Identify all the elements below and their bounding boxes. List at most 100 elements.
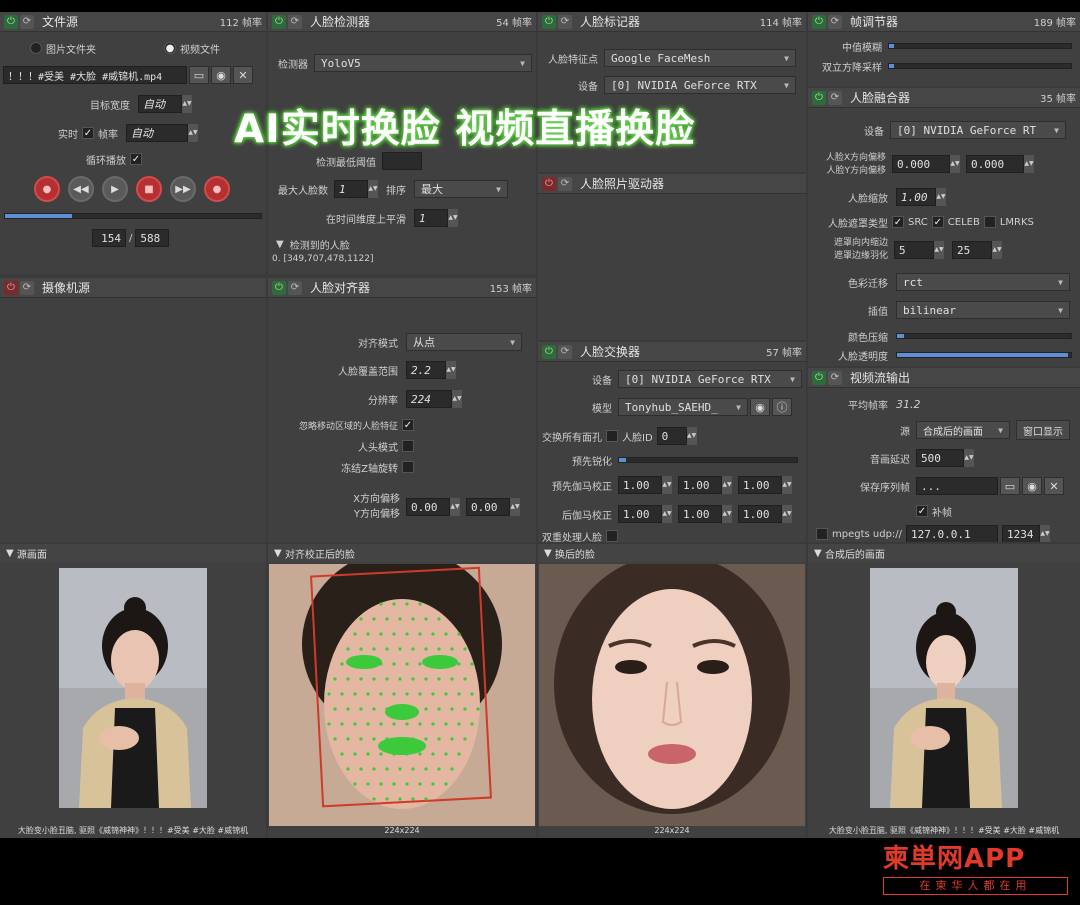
coverage-input[interactable]: 2.2 — [406, 361, 446, 379]
settings-icon[interactable]: ⟳ — [288, 14, 302, 29]
save-sequence-input[interactable]: ... — [916, 477, 998, 495]
spin-icon[interactable]: ▲▼ — [448, 209, 458, 227]
spin-icon[interactable]: ▲▼ — [452, 390, 462, 408]
marker-select[interactable]: Google FaceMesh ▼ — [604, 49, 796, 67]
spin-icon[interactable]: ▲▼ — [510, 498, 520, 516]
chevron-down-icon[interactable]: ▼ — [276, 239, 284, 250]
window-show-button[interactable]: 窗口显示 — [1016, 420, 1070, 440]
mask-lmrks-checkbox[interactable] — [983, 216, 996, 228]
fill-frames-checkbox[interactable]: ✓ — [916, 505, 928, 517]
udp-host-input[interactable]: 127.0.0.1 — [906, 525, 999, 542]
av-delay-input[interactable]: 500 — [916, 449, 964, 467]
two-pass-checkbox[interactable] — [606, 530, 618, 542]
x-offset-input[interactable]: 0.00 — [406, 498, 450, 516]
stop-button[interactable]: ■ — [136, 176, 162, 202]
median-blur-slider[interactable] — [888, 43, 1072, 49]
power-icon[interactable]: ⏻ — [272, 280, 286, 295]
power-icon[interactable]: ⏻ — [4, 280, 18, 295]
frame-current-input[interactable]: 154 — [92, 229, 126, 247]
mpegts-checkbox[interactable] — [816, 528, 828, 540]
forward-button[interactable]: ▶▶ — [170, 176, 196, 202]
spin-icon[interactable]: ▲▼ — [188, 124, 198, 142]
chevron-down-icon[interactable]: ▼ — [274, 548, 282, 559]
record-button[interactable]: ● — [34, 176, 60, 202]
smooth-input[interactable]: 1 — [414, 209, 448, 227]
power-icon[interactable]: ⏻ — [812, 90, 826, 105]
marker-device-select[interactable]: [0] NVIDIA GeForce RTX ▼ — [604, 76, 796, 94]
spin-icon[interactable]: ▲▼ — [722, 505, 732, 523]
spin-icon[interactable]: ▲▼ — [662, 476, 672, 494]
power-icon[interactable]: ⏻ — [812, 14, 826, 29]
spin-icon[interactable]: ▲▼ — [936, 188, 946, 206]
radio-video-file[interactable]: ● — [164, 42, 176, 54]
spin-icon[interactable]: ▲▼ — [1024, 155, 1034, 173]
pre-gamma-r-input[interactable]: 1.00 — [618, 476, 662, 494]
settings-icon[interactable]: ⟳ — [558, 176, 572, 191]
face-scale-input[interactable]: 1.00 — [896, 188, 936, 206]
file-path-input[interactable]: ！！！#受美 #大脸 #威锦机.mp4 — [3, 66, 187, 84]
spin-icon[interactable]: ▲▼ — [182, 95, 192, 113]
settings-icon[interactable]: ⟳ — [20, 14, 34, 29]
power-icon[interactable]: ⏻ — [542, 344, 556, 359]
power-icon[interactable]: ⏻ — [542, 176, 556, 191]
end-button[interactable]: ● — [204, 176, 230, 202]
mask-celeb-checkbox[interactable]: ✓ — [931, 216, 944, 228]
eye-icon[interactable]: ◉ — [1022, 477, 1042, 495]
spin-icon[interactable]: ▲▼ — [934, 241, 944, 259]
align-mode-select[interactable]: 从点 ▼ — [406, 333, 522, 351]
info-icon[interactable]: ⓘ — [772, 398, 792, 416]
power-icon[interactable]: ⏻ — [542, 14, 556, 29]
close-icon[interactable]: ✕ — [1044, 477, 1064, 495]
udp-port-input[interactable]: 1234 — [1002, 525, 1041, 542]
eye-icon[interactable]: ◉ — [211, 66, 231, 84]
face-id-input[interactable]: 0 — [656, 427, 687, 445]
spin-icon[interactable]: ▲▼ — [782, 476, 792, 494]
target-width-input[interactable]: 自动 — [138, 95, 182, 113]
erode-input[interactable]: 5 — [894, 241, 934, 259]
face-opacity-slider[interactable] — [896, 352, 1072, 358]
head-mode-checkbox[interactable] — [402, 440, 414, 452]
spin-icon[interactable]: ▲▼ — [992, 241, 1002, 259]
spin-icon[interactable]: ▲▼ — [1040, 525, 1051, 542]
output-source-select[interactable]: 合成后的画面 ▼ — [916, 421, 1010, 439]
settings-icon[interactable]: ⟳ — [20, 280, 34, 295]
y-offset-input[interactable]: 0.00 — [466, 498, 510, 516]
merger-device-select[interactable]: [0] NVIDIA GeForce RT ▼ — [890, 121, 1066, 139]
mask-src-checkbox[interactable]: ✓ — [892, 216, 904, 228]
detector-select[interactable]: YoloV5 ▼ — [314, 54, 532, 72]
chevron-down-icon[interactable]: ▼ — [544, 548, 552, 559]
chevron-down-icon[interactable]: ▼ — [6, 548, 14, 559]
settings-icon[interactable]: ⟳ — [828, 370, 842, 385]
exclude-moving-checkbox[interactable]: ✓ — [402, 419, 414, 431]
spin-icon[interactable]: ▲▼ — [368, 180, 378, 198]
fps-input[interactable]: 自动 — [126, 124, 188, 142]
power-icon[interactable]: ⏻ — [272, 14, 286, 29]
spin-icon[interactable]: ▲▼ — [964, 449, 974, 467]
post-gamma-g-input[interactable]: 1.00 — [678, 505, 722, 523]
spin-icon[interactable]: ▲▼ — [722, 476, 732, 494]
loop-checkbox[interactable]: ✓ — [130, 153, 142, 165]
spin-icon[interactable]: ▲▼ — [450, 498, 460, 516]
realtime-checkbox[interactable]: ✓ — [82, 127, 94, 139]
model-select[interactable]: Tonyhub_SAEHD_ ▼ — [618, 398, 748, 416]
color-transfer-select[interactable]: rct ▼ — [896, 273, 1070, 291]
settings-icon[interactable]: ⟳ — [288, 280, 302, 295]
swap-all-checkbox[interactable] — [606, 430, 618, 442]
rewind-button[interactable]: ◀◀ — [68, 176, 94, 202]
spin-icon[interactable]: ▲▼ — [662, 505, 672, 523]
radio-image-folder[interactable] — [30, 42, 42, 54]
play-button[interactable]: ▶ — [102, 176, 128, 202]
settings-icon[interactable]: ⟳ — [828, 90, 842, 105]
offset-y-input[interactable]: 0.000 — [966, 155, 1024, 173]
resolution-input[interactable]: 224 — [406, 390, 452, 408]
power-icon[interactable]: ⏻ — [812, 370, 826, 385]
eye-icon[interactable]: ◉ — [750, 398, 770, 416]
pre-gamma-g-input[interactable]: 1.00 — [678, 476, 722, 494]
degrade-slider[interactable] — [888, 63, 1072, 69]
power-icon[interactable]: ⏻ — [4, 14, 18, 29]
post-gamma-r-input[interactable]: 1.00 — [618, 505, 662, 523]
settings-icon[interactable]: ⟳ — [558, 14, 572, 29]
settings-icon[interactable]: ⟳ — [828, 14, 842, 29]
spin-icon[interactable]: ▲▼ — [950, 155, 960, 173]
spin-icon[interactable]: ▲▼ — [782, 505, 792, 523]
